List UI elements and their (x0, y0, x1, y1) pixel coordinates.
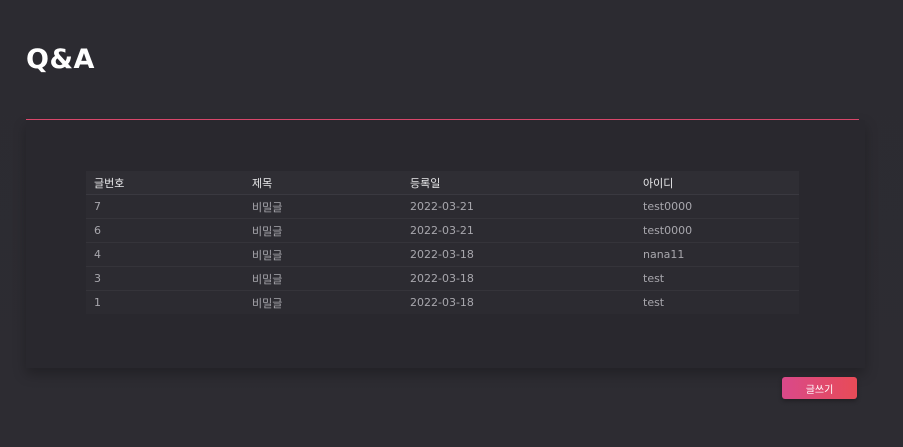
cell-post-number: 6 (86, 218, 244, 243)
cell-post-number: 3 (86, 266, 244, 291)
cell-post-number: 1 (86, 290, 244, 314)
cell-author-id: test0000 (635, 194, 799, 219)
table-header-row: 글번호 제목 등록일 아이디 (86, 171, 799, 195)
cell-title-link[interactable]: 비밀글 (244, 290, 402, 314)
header-post-number: 글번호 (86, 171, 244, 195)
cell-post-number: 4 (86, 242, 244, 267)
cell-author-id: test (635, 266, 799, 291)
header-author-id: 아이디 (635, 171, 799, 195)
qna-page: Q&A 글번호 제목 등록일 아이디 7 비밀글 2022-03-21 test… (0, 0, 903, 447)
cell-title-link[interactable]: 비밀글 (244, 266, 402, 291)
qna-table: 글번호 제목 등록일 아이디 7 비밀글 2022-03-21 test0000… (86, 171, 799, 314)
cell-date: 2022-03-18 (402, 266, 635, 291)
cell-author-id: nana11 (635, 242, 799, 267)
board-panel: 글번호 제목 등록일 아이디 7 비밀글 2022-03-21 test0000… (26, 120, 865, 368)
write-post-button[interactable]: 글쓰기 (782, 377, 857, 399)
table-row[interactable]: 7 비밀글 2022-03-21 test0000 (86, 194, 799, 219)
table-row[interactable]: 1 비밀글 2022-03-18 test (86, 290, 799, 314)
cell-date: 2022-03-18 (402, 242, 635, 267)
cell-date: 2022-03-21 (402, 194, 635, 219)
header-title: 제목 (244, 171, 402, 195)
cell-author-id: test0000 (635, 218, 799, 243)
table-row[interactable]: 3 비밀글 2022-03-18 test (86, 266, 799, 291)
cell-date: 2022-03-18 (402, 290, 635, 314)
header-date: 등록일 (402, 171, 635, 195)
page-title: Q&A (26, 44, 95, 75)
cell-date: 2022-03-21 (402, 218, 635, 243)
table-row[interactable]: 4 비밀글 2022-03-18 nana11 (86, 242, 799, 267)
cell-post-number: 7 (86, 194, 244, 219)
cell-author-id: test (635, 290, 799, 314)
cell-title-link[interactable]: 비밀글 (244, 218, 402, 243)
table-row[interactable]: 6 비밀글 2022-03-21 test0000 (86, 218, 799, 243)
cell-title-link[interactable]: 비밀글 (244, 242, 402, 267)
cell-title-link[interactable]: 비밀글 (244, 194, 402, 219)
